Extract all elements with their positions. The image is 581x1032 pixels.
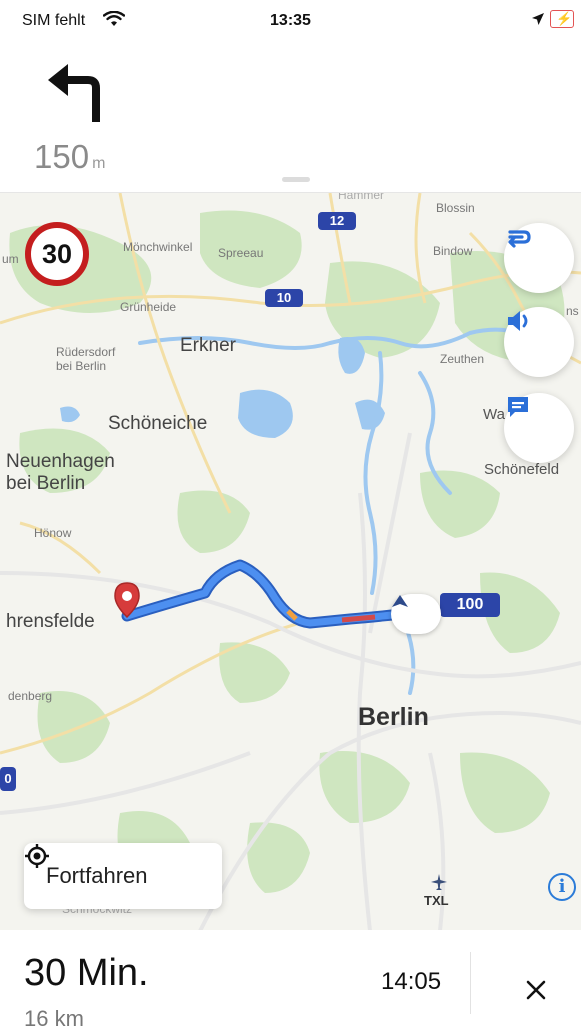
place-label: um	[2, 252, 19, 266]
resume-label: Fortfahren	[46, 863, 148, 888]
close-icon	[526, 980, 546, 1000]
resume-button[interactable]: Fortfahren	[24, 843, 222, 909]
drag-handle[interactable]	[282, 177, 310, 182]
place-label: Erkner	[180, 335, 236, 356]
place-label: Neuenhagen bei Berlin	[6, 451, 115, 494]
place-label: Rüdersdorf bei Berlin	[56, 345, 116, 373]
distance-value: 150	[34, 138, 90, 175]
clock: 13:35	[270, 12, 311, 29]
place-label-city: Berlin	[358, 703, 429, 731]
info-icon[interactable]: i	[548, 873, 576, 901]
place-label: Zeuthen	[440, 352, 485, 366]
place-label: denberg	[8, 689, 53, 703]
distance-unit: m	[92, 155, 106, 172]
airport-label: TXL	[424, 893, 449, 908]
chat-report-icon	[508, 397, 528, 417]
place-label: Schöneiche	[108, 413, 208, 434]
road-shield: 12	[318, 212, 356, 230]
road-shield: 0	[0, 767, 16, 791]
turn-left-arrow-icon	[46, 62, 106, 126]
route-options-button[interactable]	[504, 223, 574, 293]
location-arrow-icon	[531, 12, 545, 31]
road-shield: 100	[440, 593, 500, 617]
place-label: Spreeau	[218, 246, 264, 260]
trip-summary-panel[interactable]: 30 Min. 16 km 14:05	[0, 930, 581, 1032]
trip-duration: 30 Min.	[24, 952, 149, 994]
map-view[interactable]: Mönchwinkel Spreeau Grünheide Rüdersdorf…	[0, 192, 581, 931]
battery-charging-icon: ⚡	[550, 10, 574, 28]
place-label: Hönow	[34, 526, 72, 540]
divider	[470, 952, 471, 1014]
place-label: Blossin	[436, 201, 475, 215]
trip-distance: 16 km	[24, 1006, 84, 1031]
place-label: Mönchwinkel	[123, 240, 193, 254]
current-position-icon	[391, 594, 441, 634]
place-label: Schönefeld	[484, 461, 560, 478]
place-label: Bindow	[433, 244, 473, 258]
status-bar: SIM fehlt 13:35 ⚡	[0, 0, 581, 40]
road-shield: 10	[265, 289, 303, 307]
speed-limit-sign: 30	[25, 222, 89, 286]
close-button[interactable]	[514, 968, 558, 1012]
maneuver-distance: 150 m	[34, 138, 105, 176]
sound-button[interactable]	[504, 307, 574, 377]
arrival-time: 14:05	[381, 968, 442, 995]
place-label: Wa	[483, 406, 505, 423]
place-label: hrensfelde	[6, 611, 95, 632]
report-button[interactable]	[504, 393, 574, 463]
route-options-icon	[508, 230, 531, 248]
place-label: Hammer	[338, 192, 385, 202]
speaker-icon	[508, 311, 528, 331]
place-label: Grünheide	[120, 300, 177, 314]
place-label: ns	[566, 304, 579, 318]
